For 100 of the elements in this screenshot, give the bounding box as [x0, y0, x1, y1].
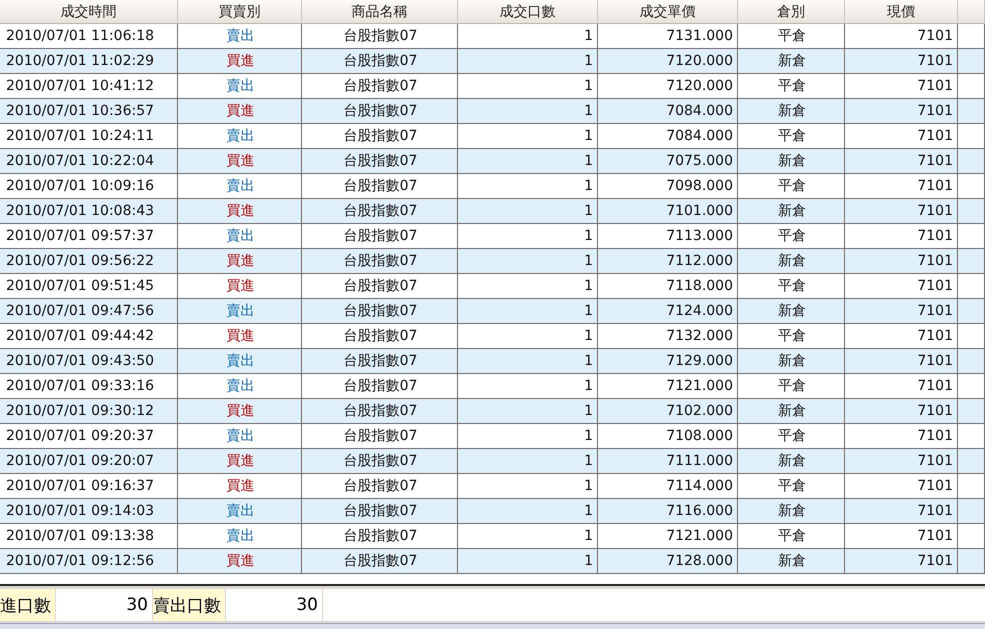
table-cell: 新倉 [738, 399, 845, 423]
table-cell: 1 [458, 199, 598, 223]
table-cell: 新倉 [738, 49, 845, 73]
table-cell: 買進 [178, 324, 302, 348]
table-row[interactable]: 2010/07/01 09:16:37 買進 台股指數07 1 7114.000 平倉 7101 [0, 474, 985, 499]
table-cell: 7124.000 [598, 299, 738, 323]
table-row[interactable]: 2010/07/01 09:20:07 買進 台股指數07 1 7111.000 新倉 7101 [0, 449, 985, 474]
table-cell: 平倉 [738, 124, 845, 148]
table-cell: 7101 [845, 274, 958, 298]
table-cell: 平倉 [738, 274, 845, 298]
table-cell: 7101 [845, 349, 958, 373]
table-cell: 7101 [845, 249, 958, 273]
column-header[interactable]: 現價 [845, 0, 958, 23]
table-row[interactable]: 2010/07/01 09:43:50 賣出 台股指數07 1 7129.000 新倉 7101 [0, 349, 985, 374]
table-cell: 7132.000 [598, 324, 738, 348]
column-header[interactable]: 買賣別 [178, 0, 302, 23]
table-cell: 台股指數07 [302, 349, 458, 373]
table-cell: 台股指數07 [302, 249, 458, 273]
table-row[interactable]: 2010/07/01 11:02:29 買進 台股指數07 1 7120.000 新倉 7101 [0, 49, 985, 74]
table-cell: 2010/07/01 09:47:56 [0, 299, 178, 323]
table-row[interactable]: 2010/07/01 10:41:12 賣出 台股指數07 1 7120.000 平倉 7101 [0, 74, 985, 99]
table-row[interactable]: 2010/07/01 09:47:56 賣出 台股指數07 1 7124.000 新倉 7101 [0, 299, 985, 324]
table-cell: 買進 [178, 549, 302, 573]
table-cell: 1 [458, 99, 598, 123]
table-cell: 7101 [845, 474, 958, 498]
table-cell: 1 [458, 374, 598, 398]
column-header[interactable]: 成交單價 [598, 0, 738, 23]
table-cell: 1 [458, 224, 598, 248]
table-cell: 7111.000 [598, 449, 738, 473]
table-cell: 台股指數07 [302, 149, 458, 173]
table-row[interactable]: 2010/07/01 10:24:11 賣出 台股指數07 1 7084.000 平倉 7101 [0, 124, 985, 149]
table-cell: 賣出 [178, 224, 302, 248]
table-cell: 1 [458, 74, 598, 98]
table-row[interactable]: 2010/07/01 09:33:16 賣出 台股指數07 1 7121.000 平倉 7101 [0, 374, 985, 399]
column-header[interactable]: 成交口數 [458, 0, 598, 23]
table-cell: 2010/07/01 09:13:38 [0, 524, 178, 548]
table-cell: 1 [458, 424, 598, 448]
table-cell: 2010/07/01 11:06:18 [0, 24, 178, 48]
table-cell: 新倉 [738, 199, 845, 223]
table-cell: 1 [458, 49, 598, 73]
table-cell: 新倉 [738, 499, 845, 523]
table-cell: 台股指數07 [302, 374, 458, 398]
table-cell: 1 [458, 524, 598, 548]
table-cell: 2010/07/01 09:57:37 [0, 224, 178, 248]
table-cell: 1 [458, 174, 598, 198]
table-row[interactable]: 2010/07/01 11:06:18 賣出 台股指數07 1 7131.000 平倉 7101 [0, 24, 985, 49]
table-cell: 賣出 [178, 349, 302, 373]
table-cell: 2010/07/01 09:51:45 [0, 274, 178, 298]
table-row[interactable]: 2010/07/01 09:56:22 買進 台股指數07 1 7112.000 新倉 7101 [0, 249, 985, 274]
table-cell: 7101 [845, 174, 958, 198]
table-cell: 7114.000 [598, 474, 738, 498]
table-cell: 台股指數07 [302, 224, 458, 248]
table-row[interactable]: 2010/07/01 09:57:37 賣出 台股指數07 1 7113.000 平倉 7101 [0, 224, 985, 249]
table-cell: 7101 [845, 499, 958, 523]
table-row[interactable]: 2010/07/01 10:09:16 賣出 台股指數07 1 7098.000 平倉 7101 [0, 174, 985, 199]
table-row[interactable]: 2010/07/01 10:22:04 買進 台股指數07 1 7075.000 新倉 7101 [0, 149, 985, 174]
table-row[interactable]: 2010/07/01 09:51:45 買進 台股指數07 1 7118.000 平倉 7101 [0, 274, 985, 299]
table-row[interactable]: 2010/07/01 09:13:38 賣出 台股指數07 1 7121.000 平倉 7101 [0, 524, 985, 549]
table-cell: 平倉 [738, 224, 845, 248]
table-cell: 台股指數07 [302, 299, 458, 323]
column-header[interactable]: 商品名稱 [302, 0, 458, 23]
table-cell: 台股指數07 [302, 174, 458, 198]
table-cell: 7101 [845, 99, 958, 123]
table-cell: 2010/07/01 09:20:37 [0, 424, 178, 448]
table-cell: 2010/07/01 09:20:07 [0, 449, 178, 473]
table-row[interactable]: 2010/07/01 09:30:12 買進 台股指數07 1 7102.000 新倉 7101 [0, 399, 985, 424]
table-cell: 買進 [178, 99, 302, 123]
table-row[interactable]: 2010/07/01 09:12:56 買進 台股指數07 1 7128.000 新倉 7101 [0, 549, 985, 574]
table-cell: 1 [458, 399, 598, 423]
table-cell: 7101 [845, 524, 958, 548]
table-row[interactable]: 2010/07/01 10:08:43 買進 台股指數07 1 7101.000 新倉 7101 [0, 199, 985, 224]
table-cell: 賣出 [178, 299, 302, 323]
column-header[interactable]: 倉別 [738, 0, 845, 23]
table-cell: 台股指數07 [302, 424, 458, 448]
table-cell: 新倉 [738, 449, 845, 473]
table-row[interactable]: 2010/07/01 09:14:03 賣出 台股指數07 1 7116.000 新倉 7101 [0, 499, 985, 524]
table-cell: 2010/07/01 10:09:16 [0, 174, 178, 198]
table-cell: 買進 [178, 399, 302, 423]
table-cell: 1 [458, 149, 598, 173]
table-cell: 1 [458, 299, 598, 323]
table-cell: 2010/07/01 10:22:04 [0, 149, 178, 173]
table-cell: 7101 [845, 549, 958, 573]
table-cell: 台股指數07 [302, 449, 458, 473]
table-row[interactable]: 2010/07/01 09:20:37 賣出 台股指數07 1 7108.000 平倉 7101 [0, 424, 985, 449]
table-cell: 7101 [845, 374, 958, 398]
table-row[interactable]: 2010/07/01 10:36:57 買進 台股指數07 1 7084.000 新倉 7101 [0, 99, 985, 124]
table-cell: 1 [458, 349, 598, 373]
table-cell: 台股指數07 [302, 524, 458, 548]
table-cell: 台股指數07 [302, 549, 458, 573]
table-cell: 7075.000 [598, 149, 738, 173]
table-cell: 7084.000 [598, 99, 738, 123]
table-cell: 7118.000 [598, 274, 738, 298]
column-header[interactable]: 成交時間 [0, 0, 178, 23]
table-cell: 2010/07/01 09:43:50 [0, 349, 178, 373]
table-cell: 2010/07/01 09:33:16 [0, 374, 178, 398]
table-cell: 台股指數07 [302, 99, 458, 123]
table-cell: 1 [458, 249, 598, 273]
table-cell: 2010/07/01 09:12:56 [0, 549, 178, 573]
table-cell: 賣出 [178, 524, 302, 548]
table-row[interactable]: 2010/07/01 09:44:42 買進 台股指數07 1 7132.000 平倉 7101 [0, 324, 985, 349]
